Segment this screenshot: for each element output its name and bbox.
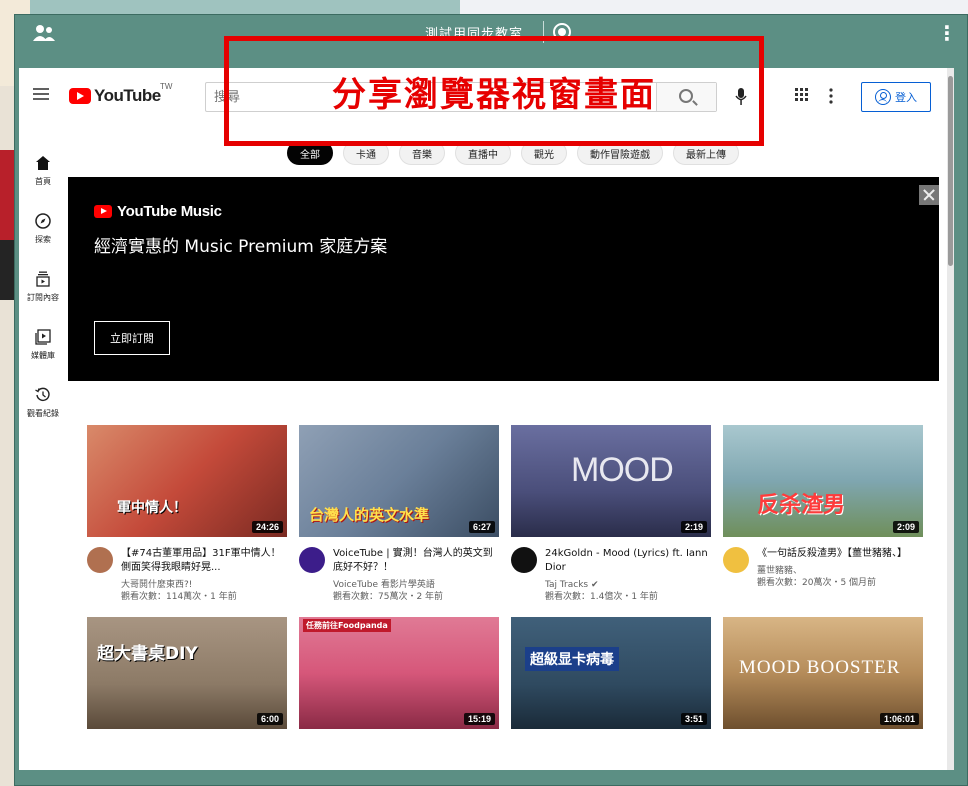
video-card[interactable]: 超大書桌DIY 6:00: [87, 617, 287, 729]
subscriptions-icon: [36, 271, 50, 287]
thumbnail-caption: 台灣人的英文水準: [309, 506, 430, 524]
video-meta: 24kGoldn - Mood (Lyrics) ft. Iann Dior T…: [511, 547, 711, 603]
history-icon: [35, 387, 50, 401]
menu-icon[interactable]: [33, 88, 49, 100]
video-meta: VoiceTube | 實測！台灣人的英文到底好不好？！ VoiceTube 看…: [299, 547, 499, 603]
video-card[interactable]: 軍中情人！ 24:26 【#74古董軍用品】31F軍中情人！側面笑得我眼睛好晃.…: [87, 425, 287, 603]
video-thumbnail[interactable]: 反杀渣男 2:09: [723, 425, 923, 537]
video-thumbnail[interactable]: 超大書桌DIY 6:00: [87, 617, 287, 729]
video-title[interactable]: 《一句話反殺渣男》【薑世豬豬、】: [757, 547, 907, 561]
youtube-music-logo: YouTube Music: [94, 203, 222, 220]
channel-avatar[interactable]: [511, 547, 537, 573]
thumbnail-caption: 超大書桌DIY: [97, 644, 198, 664]
thumbnail-caption: MOOD: [571, 451, 674, 489]
music-premium-banner: YouTube Music 經濟實惠的 Music Premium 家庭方案 立…: [68, 177, 939, 381]
desktop-background-tile: [0, 240, 14, 300]
youtube-logo-text: YouTube: [94, 86, 161, 105]
thumbnail-caption: 超級显卡病毒: [525, 647, 619, 671]
youtube-play-icon: [69, 88, 91, 104]
settings-dots-icon[interactable]: [829, 88, 833, 104]
youtube-music-logo-text: YouTube Music: [117, 203, 222, 220]
video-duration: 3:51: [680, 713, 707, 725]
video-thumbnail[interactable]: MOOD 2:19: [511, 425, 711, 537]
desktop-background: [0, 0, 14, 786]
video-title[interactable]: 24kGoldn - Mood (Lyrics) ft. Iann Dior: [545, 547, 711, 575]
annotation-label: 分享瀏覽器視窗畫面: [332, 74, 656, 115]
thumbnail-caption: 任務前往Foodpanda: [303, 619, 391, 632]
video-thumbnail[interactable]: 台灣人的英文水準 6:27: [299, 425, 499, 537]
channel-name[interactable]: Taj Tracks ✔: [545, 579, 711, 591]
video-title[interactable]: VoiceTube | 實測！台灣人的英文到底好不好？！: [333, 547, 499, 575]
video-duration: 15:19: [463, 713, 495, 725]
channel-name[interactable]: VoiceTube 看影片學英語: [333, 579, 499, 591]
video-duration: 2:09: [892, 521, 919, 533]
video-card[interactable]: 反杀渣男 2:09 《一句話反殺渣男》【薑世豬豬、】 薑世豬豬、 觀看次數：20…: [723, 425, 923, 603]
video-grid: 軍中情人！ 24:26 【#74古董軍用品】31F軍中情人！側面笑得我眼睛好晃.…: [87, 425, 927, 743]
sidebar-item-library[interactable]: 媒體庫: [19, 322, 67, 380]
video-stats: 觀看次數：114萬次・1 年前: [121, 592, 237, 602]
home-icon: [36, 156, 50, 170]
sidebar-item-explore[interactable]: 探索: [19, 206, 67, 264]
channel-avatar[interactable]: [87, 547, 113, 573]
subscribe-now-button[interactable]: 立即訂閱: [94, 321, 170, 355]
youtube-page: YouTube TW 登入 全部 卡通 音樂: [19, 68, 947, 770]
close-icon[interactable]: [919, 185, 939, 205]
video-thumbnail[interactable]: 任務前往Foodpanda 15:19: [299, 617, 499, 729]
video-duration: 1:06:01: [879, 713, 919, 725]
video-duration: 6:00: [256, 713, 283, 725]
video-stats: 觀看次數：1.4億次・1 年前: [545, 592, 658, 602]
sidebar-item-home[interactable]: 首頁: [19, 148, 67, 206]
thumbnail-caption: MOOD BOOSTER: [739, 657, 901, 678]
scrollbar-thumb[interactable]: [948, 76, 953, 266]
video-thumbnail[interactable]: 軍中情人！ 24:26: [87, 425, 287, 537]
sidebar-item-label: 首頁: [35, 177, 51, 186]
annotation-box: 分享瀏覽器視窗畫面: [224, 36, 764, 146]
sidebar: 首頁 探索 訂閱內容 媒體庫 觀看紀錄: [19, 148, 67, 438]
video-row: 超大書桌DIY 6:00 任務前往Foodpanda 15:19 超級显卡病毒 …: [87, 617, 927, 729]
channel-name[interactable]: 大哥鬨什麼東西?!: [121, 579, 287, 591]
video-stats: 觀看次數：75萬次・2 年前: [333, 592, 444, 602]
video-thumbnail[interactable]: MOOD BOOSTER 1:06:01: [723, 617, 923, 729]
sidebar-item-subscriptions[interactable]: 訂閱內容: [19, 264, 67, 322]
sidebar-item-label: 探索: [35, 235, 51, 244]
video-card[interactable]: MOOD BOOSTER 1:06:01: [723, 617, 923, 729]
library-icon: [35, 329, 51, 345]
video-duration: 6:27: [468, 521, 495, 533]
people-icon: [33, 25, 55, 41]
video-thumbnail[interactable]: 超級显卡病毒 3:51: [511, 617, 711, 729]
video-stats: 觀看次數：20萬次・5 個月前: [757, 578, 877, 588]
video-meta: 【#74古董軍用品】31F軍中情人！側面笑得我眼睛好晃... 大哥鬨什麼東西?!…: [87, 547, 287, 603]
sidebar-item-label: 觀看紀錄: [27, 409, 59, 418]
sidebar-item-label: 訂閱內容: [27, 293, 59, 302]
thumbnail-caption: 反杀渣男: [757, 493, 846, 518]
sidebar-item-label: 媒體庫: [31, 351, 55, 360]
sign-in-label: 登入: [895, 91, 917, 104]
video-title[interactable]: 【#74古董軍用品】31F軍中情人！側面笑得我眼睛好晃...: [121, 547, 287, 575]
compass-icon: [35, 213, 51, 229]
channel-name[interactable]: 薑世豬豬、: [757, 565, 907, 577]
banner-headline: 經濟實惠的 Music Premium 家庭方案: [94, 237, 388, 257]
apps-grid-icon[interactable]: [795, 88, 808, 101]
channel-avatar[interactable]: [299, 547, 325, 573]
video-duration: 24:26: [251, 521, 283, 533]
user-icon: [875, 89, 891, 105]
sidebar-item-history[interactable]: 觀看紀錄: [19, 380, 67, 438]
more-options-icon[interactable]: ⋮: [937, 21, 957, 45]
video-row: 軍中情人！ 24:26 【#74古董軍用品】31F軍中情人！側面笑得我眼睛好晃.…: [87, 425, 927, 603]
video-duration: 2:19: [680, 521, 707, 533]
youtube-play-icon: [94, 205, 112, 218]
video-card[interactable]: 台灣人的英文水準 6:27 VoiceTube | 實測！台灣人的英文到底好不好…: [299, 425, 499, 603]
video-card[interactable]: 超級显卡病毒 3:51: [511, 617, 711, 729]
desktop-background-tile: [0, 150, 14, 240]
video-card[interactable]: 任務前往Foodpanda 15:19: [299, 617, 499, 729]
page-scrollbar[interactable]: [947, 68, 954, 770]
video-meta: 《一句話反殺渣男》【薑世豬豬、】 薑世豬豬、 觀看次數：20萬次・5 個月前: [723, 547, 923, 589]
sign-in-button[interactable]: 登入: [861, 82, 931, 112]
youtube-logo[interactable]: YouTube: [69, 86, 161, 106]
desktop-background-tile: [460, 0, 968, 14]
thumbnail-caption: 軍中情人！: [117, 500, 187, 516]
video-card[interactable]: MOOD 2:19 24kGoldn - Mood (Lyrics) ft. I…: [511, 425, 711, 603]
channel-avatar[interactable]: [723, 547, 749, 573]
region-code: TW: [160, 82, 173, 91]
